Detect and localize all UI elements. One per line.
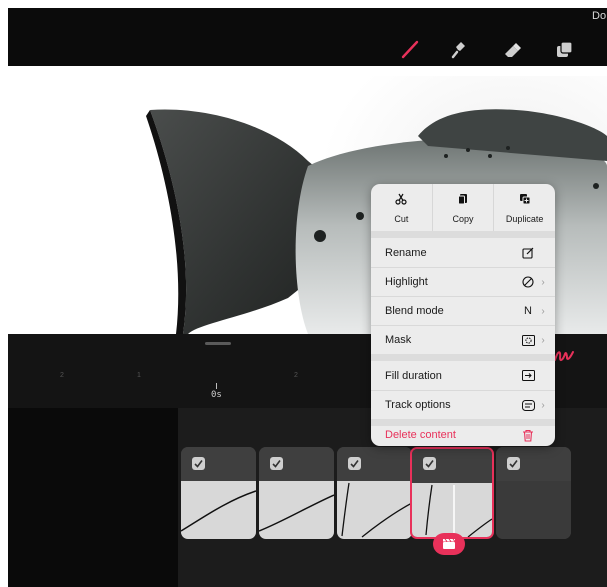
track-header-column: [8, 408, 178, 587]
ruler-label: 1: [137, 372, 141, 379]
done-button[interactable]: Do: [592, 10, 606, 22]
ruler-label: 2: [294, 372, 298, 379]
blend-mode-value: N: [524, 305, 532, 317]
copy-button[interactable]: Copy: [433, 184, 495, 231]
fill-duration-icon: [521, 369, 535, 383]
track-options-item[interactable]: Track options ›: [371, 390, 555, 419]
rename-item[interactable]: Rename: [371, 238, 555, 267]
frame-cell[interactable]: [337, 447, 412, 539]
panel-drag-handle[interactable]: [205, 342, 231, 345]
frame-cell[interactable]: [181, 447, 256, 539]
smudge-tool-icon[interactable]: [446, 36, 472, 62]
copy-label: Copy: [452, 213, 474, 224]
cut-label: Cut: [394, 213, 409, 224]
mask-icon: [521, 333, 535, 347]
playhead-time: 0s: [211, 390, 222, 400]
duplicate-button[interactable]: Duplicate: [494, 184, 555, 231]
rename-label: Rename: [385, 246, 427, 259]
frame-checkbox[interactable]: [423, 457, 436, 470]
trash-icon: [521, 428, 535, 442]
draw-mode-icon[interactable]: [553, 346, 575, 371]
frame-cell[interactable]: [496, 447, 571, 539]
brush-tool-icon[interactable]: [397, 36, 423, 62]
delete-content-item[interactable]: Delete content: [371, 424, 555, 446]
layers-tool-icon[interactable]: [551, 36, 577, 62]
frame-checkbox[interactable]: [507, 457, 520, 470]
frame-cell[interactable]: [259, 447, 334, 539]
fill-duration-label: Fill duration: [385, 369, 442, 382]
copy-icon: [457, 192, 469, 210]
frame-cell-selected[interactable]: [410, 447, 494, 539]
chevron-right-icon: ›: [541, 305, 545, 317]
blend-mode-item[interactable]: Blend mode N ›: [371, 296, 555, 325]
ruler-label: 2: [60, 372, 64, 379]
frame-context-menu: Cut Copy Duplicate Rename Highlight › Bl…: [371, 184, 555, 446]
clapperboard-icon[interactable]: [433, 533, 465, 555]
highlight-item[interactable]: Highlight ›: [371, 267, 555, 296]
eraser-tool-icon[interactable]: [499, 36, 525, 62]
duplicate-icon: [519, 192, 531, 210]
blend-mode-label: Blend mode: [385, 305, 444, 317]
delete-content-label: Delete content: [385, 429, 456, 441]
chevron-right-icon: ›: [541, 334, 545, 346]
track-options-label: Track options: [385, 399, 451, 411]
quick-actions: Cut Copy Duplicate: [371, 184, 555, 231]
highlight-label: Highlight: [385, 276, 428, 288]
frame-checkbox[interactable]: [192, 457, 205, 470]
frame-checkbox[interactable]: [270, 457, 283, 470]
cut-button[interactable]: Cut: [371, 184, 433, 231]
track-options-icon: [521, 398, 535, 412]
playhead-tick: [216, 383, 217, 389]
mask-item[interactable]: Mask ›: [371, 325, 555, 354]
fill-duration-item[interactable]: Fill duration: [371, 361, 555, 390]
chevron-right-icon: ›: [541, 276, 545, 288]
scissors-icon: [395, 192, 407, 210]
highlight-icon: [521, 275, 535, 289]
duplicate-label: Duplicate: [505, 213, 544, 224]
frame-checkbox[interactable]: [348, 457, 361, 470]
rename-icon: [521, 246, 535, 260]
mask-label: Mask: [385, 334, 412, 346]
chevron-right-icon: ›: [541, 399, 545, 411]
